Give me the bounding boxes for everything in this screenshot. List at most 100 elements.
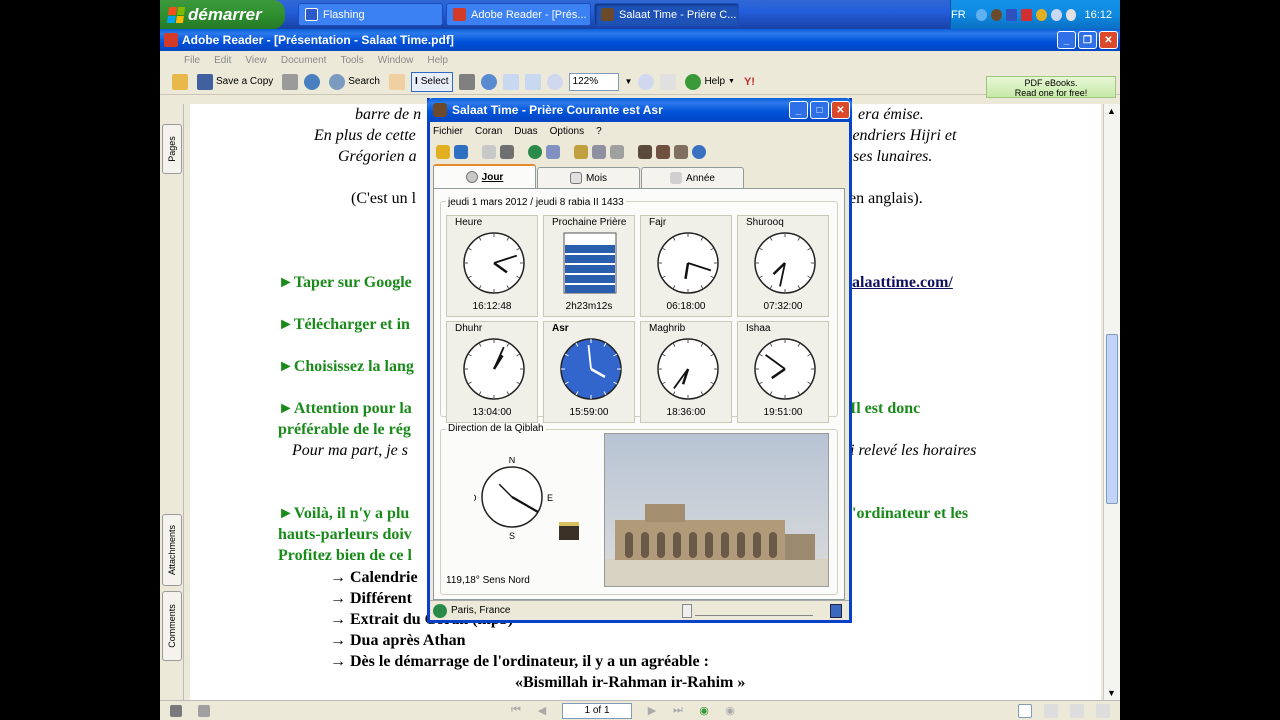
prayer-clock-dhuhr: Dhuhr 13:04:00 [446,321,538,423]
quran-icon[interactable] [656,145,670,159]
close-button[interactable]: ✕ [831,101,850,119]
menu-document[interactable]: Document [281,55,327,66]
menu-window[interactable]: Window [378,55,414,66]
tab-annee[interactable]: Année [641,167,744,188]
first-page-icon[interactable]: ⏮ [510,704,522,717]
arrow-left-icon[interactable] [975,8,987,21]
doc-text-line: préférable de le rég [278,421,411,438]
adobe-reader-icon [164,33,178,47]
mosque-icon[interactable] [638,145,652,159]
maximize-button[interactable]: □ [810,101,829,119]
close-button[interactable]: ✕ [1099,31,1118,49]
search-icon [329,73,346,90]
menu-file[interactable]: File [184,55,200,66]
network-icon[interactable] [1005,8,1017,21]
help-button[interactable]: Help ▼ [682,72,738,92]
speaker-icon[interactable] [1065,8,1077,21]
menu-tools[interactable]: Tools [340,55,363,66]
settings-icon[interactable] [592,145,606,159]
tray-clock[interactable]: 16:12 [1084,9,1112,21]
calendar-icon[interactable] [546,145,560,159]
security-shield-icon[interactable] [1035,8,1047,21]
print-icon[interactable] [500,145,514,159]
snapshot-icon[interactable] [458,73,475,90]
taskbar-button-flashing[interactable]: Flashing [298,3,443,26]
actual-size-icon[interactable] [502,73,519,90]
bell-icon[interactable] [436,145,450,159]
next-page-icon[interactable]: ▶ [646,705,658,717]
menu-edit[interactable]: Edit [214,55,231,66]
pages-tab[interactable]: Pages [162,124,182,174]
menu-view[interactable]: View [245,55,267,66]
hand-tool-icon[interactable] [388,73,405,90]
minimize-button[interactable]: _ [789,101,808,119]
go-forward-icon[interactable]: ◉ [724,705,736,717]
prayer-beads-icon[interactable] [674,145,688,159]
document-icon[interactable] [198,704,210,717]
language-indicator[interactable]: FR [951,9,966,21]
info-icon[interactable] [682,604,692,618]
tab-mois[interactable]: Mois [537,167,640,188]
globe-icon[interactable] [528,145,542,159]
page-layout-icon[interactable] [660,73,677,90]
pdf-ebooks-ad[interactable]: PDF eBooks. Read one for free! [986,76,1116,98]
tools-icon[interactable] [610,145,624,159]
volume-icon[interactable] [830,604,842,618]
previous-page-icon[interactable]: ◀ [536,705,548,717]
zoom-in-tool-icon[interactable] [480,73,497,90]
continuous-facing-icon[interactable] [1096,703,1110,718]
taskbar-button-salaat-time[interactable]: Salaat Time - Prière C... [594,3,739,26]
chevron-down-icon[interactable]: ▼ [625,77,633,86]
yahoo-icon[interactable]: Y! [744,76,755,88]
info-icon[interactable] [692,145,706,159]
comments-tab[interactable]: Comments [162,591,182,661]
zoom-out-icon[interactable] [546,73,563,90]
zoom-in-icon[interactable] [638,73,655,90]
document-icon[interactable] [482,145,496,159]
adobe-reader-icon [453,8,466,21]
search-button[interactable]: Search [326,72,383,92]
page-view-icon[interactable] [170,704,182,717]
taskbar-button-adobe-reader[interactable]: Adobe Reader - [Prés... [446,3,591,26]
vertical-scrollbar[interactable]: ▲ ▼ [1103,104,1120,700]
doc-text-line: 'ordinateur et les [852,505,969,522]
select-button[interactable]: I Select [410,71,453,92]
salaat-tray-icon[interactable] [990,8,1002,21]
menu-options[interactable]: Options [550,126,584,137]
book-icon[interactable] [454,145,468,159]
attachments-tab[interactable]: Attachments [162,514,182,586]
scroll-up-icon[interactable]: ▲ [1107,106,1116,116]
menu-help[interactable]: ? [596,126,602,137]
save-copy-label: Save a Copy [216,76,274,87]
open-folder-icon[interactable] [172,73,188,90]
salaat-title-bar[interactable]: Salaat Time - Prière Courante est Asr _ … [427,98,852,122]
last-page-icon[interactable]: ⏭ [672,704,684,717]
volume-slider[interactable] [695,606,813,616]
menu-help[interactable]: Help [427,55,448,66]
menu-fichier[interactable]: Fichier [433,126,463,137]
doc-text-line: en anglais). [849,190,923,207]
save-copy-button[interactable]: Save a Copy [194,72,276,92]
speaker-icon[interactable] [574,145,588,159]
single-page-icon[interactable] [1018,703,1032,718]
doc-text-line: → Différent [330,590,412,607]
menu-duas[interactable]: Duas [514,126,537,137]
start-button[interactable]: démarrer [160,0,285,29]
continuous-icon[interactable] [1044,703,1058,718]
minimize-button[interactable]: _ [1057,31,1076,49]
usb-icon[interactable] [1050,8,1062,21]
scroll-down-icon[interactable]: ▼ [1107,688,1116,698]
facing-icon[interactable] [1070,703,1084,718]
email-icon[interactable] [304,73,321,90]
fit-width-icon[interactable] [524,73,541,90]
page-number-field[interactable]: 1 of 1 [562,702,632,719]
print-icon[interactable] [282,73,299,90]
tab-jour[interactable]: Jour [433,164,536,188]
scroll-thumb[interactable] [1106,334,1118,504]
restore-button[interactable]: ❐ [1078,31,1097,49]
menu-coran[interactable]: Coran [475,126,502,137]
go-back-icon[interactable]: ◉ [698,705,710,717]
doc-text-line: ►Choisissez la lang [278,358,414,375]
antivirus-icon[interactable] [1020,8,1032,21]
zoom-level-field[interactable]: 122% [568,72,619,91]
